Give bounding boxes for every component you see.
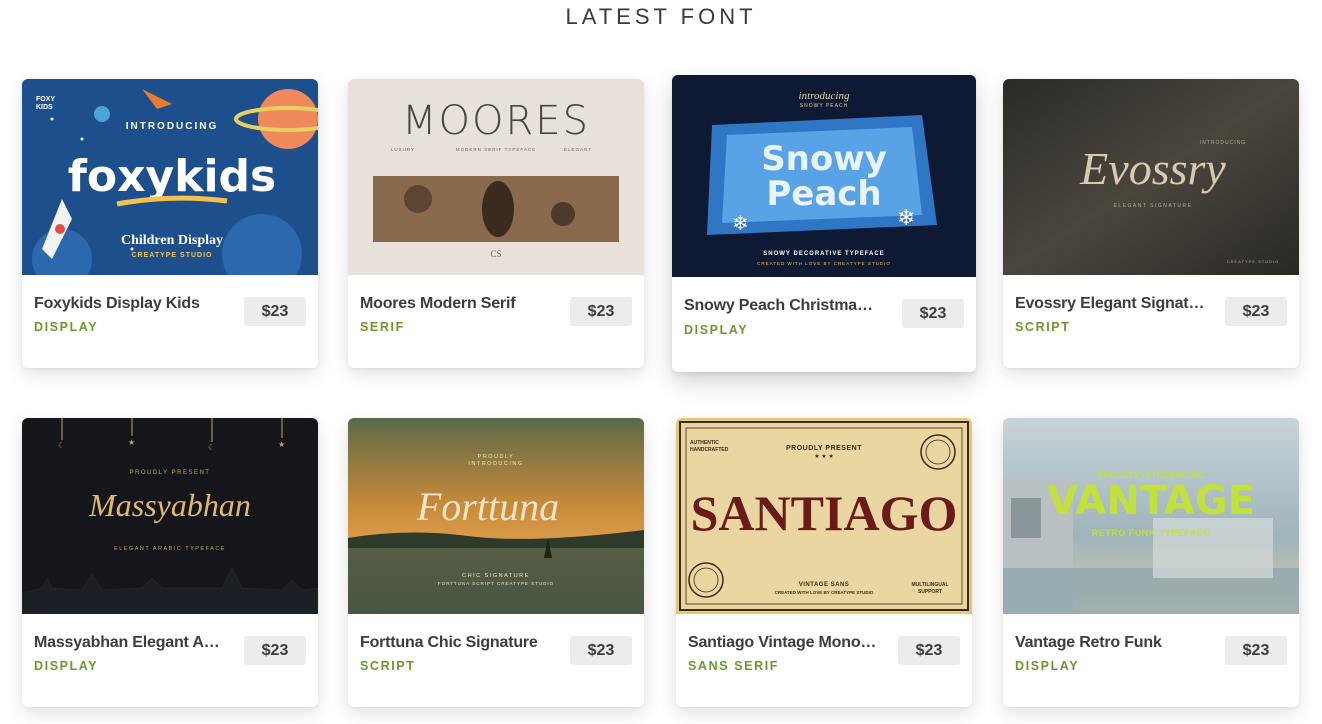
svg-text:SNOWY DECORATIVE TYPEFACE: SNOWY DECORATIVE TYPEFACE [763, 251, 884, 257]
svg-text:CREATED WITH LOVE BY CREATYPE: CREATED WITH LOVE BY CREATYPE STUDIO [775, 590, 874, 595]
thumb-title: VANTAGE [1047, 478, 1255, 524]
font-card-moores[interactable]: MOORES LUXURY MODERN SERIF TYPEFACE ELEG… [348, 79, 644, 368]
svg-text:RETRO FUNK TYPEFACE: RETRO FUNK TYPEFACE [1092, 528, 1211, 538]
card-name[interactable]: Moores Modern Serif [360, 295, 550, 313]
snowflake-icon: ❄ [897, 205, 915, 230]
card-name[interactable]: Forttuna Chic Signature [360, 634, 550, 652]
svg-text:INTRODUCING: INTRODUCING [1200, 140, 1246, 146]
card-name[interactable]: Foxykids Display Kids [34, 295, 224, 313]
card-category[interactable]: SCRIPT [1015, 320, 1070, 334]
card-name[interactable]: Massyabhan Elegant Ara... [34, 634, 224, 652]
svg-text:☾: ☾ [58, 441, 65, 450]
font-preview-image[interactable]: ☾ ★ ☾ ★ PROUDLY PRESENT Massyabhan ELEGA… [22, 418, 318, 614]
svg-text:PROUDLY: PROUDLY [478, 454, 515, 460]
svg-text:CREATYPE STUDIO: CREATYPE STUDIO [1227, 259, 1280, 264]
card-category[interactable]: SCRIPT [360, 659, 415, 673]
svg-text:PROUDLY PRESENT: PROUDLY PRESENT [130, 470, 211, 476]
card-name[interactable]: Evossry Elegant Signature [1015, 295, 1205, 313]
font-preview-image[interactable]: FOXY KIDS INTRODUCING foxykids Children … [22, 79, 318, 275]
thumb-title: Snowy [761, 139, 887, 179]
price-badge[interactable]: $23 [244, 636, 306, 665]
svg-text:MODERN SERIF TYPEFACE: MODERN SERIF TYPEFACE [456, 147, 536, 152]
thumb-title: foxykids [68, 151, 276, 202]
font-preview-image[interactable]: PROUDLY INTRODUCING VANTAGE RETRO FUNK T… [1003, 418, 1299, 614]
font-preview-image[interactable]: MOORES LUXURY MODERN SERIF TYPEFACE ELEG… [348, 79, 644, 275]
card-category[interactable]: DISPLAY [684, 323, 748, 337]
svg-text:☾: ☾ [208, 443, 215, 452]
thumb-title: MOORES [402, 98, 590, 144]
thumb-title: Evossry [1079, 143, 1226, 194]
svg-text:SUPPORT: SUPPORT [918, 589, 942, 595]
svg-text:★: ★ [278, 440, 285, 449]
svg-text:VINTAGE SANS: VINTAGE SANS [799, 582, 850, 588]
card-name[interactable]: Vantage Retro Funk [1015, 634, 1205, 652]
card-category[interactable]: SANS SERIF [688, 659, 779, 673]
snowflake-icon: ❄ [732, 213, 749, 235]
svg-text:★ ★ ★: ★ ★ ★ [814, 453, 833, 460]
font-preview-image[interactable]: introducing SNOWY PEACH Snowy Peach ❄ ❄ … [672, 75, 976, 277]
price-badge[interactable]: $23 [570, 636, 632, 665]
svg-text:INTRODUCING: INTRODUCING [468, 461, 523, 467]
svg-text:CREATED WITH LOVE BY CREATYPE: CREATED WITH LOVE BY CREATYPE STUDIO [757, 261, 891, 266]
card-name[interactable]: Snowy Peach Christmas ... [684, 297, 874, 315]
price-badge[interactable]: $23 [570, 297, 632, 326]
svg-text:ELEGANT SIGNATURE: ELEGANT SIGNATURE [1114, 203, 1193, 209]
price-badge[interactable]: $23 [244, 297, 306, 326]
price-badge[interactable]: $23 [898, 636, 960, 665]
thumb-title: SANTIAGO [691, 485, 958, 541]
svg-text:KIDS: KIDS [36, 104, 53, 111]
font-card-foxykids[interactable]: FOXY KIDS INTRODUCING foxykids Children … [22, 79, 318, 368]
svg-text:ELEGANT ARABIC TYPEFACE: ELEGANT ARABIC TYPEFACE [114, 546, 226, 552]
price-badge[interactable]: $23 [902, 299, 964, 328]
font-preview-image[interactable]: PROUDLY INTRODUCING Forttuna CHIC SIGNAT… [348, 418, 644, 614]
card-name[interactable]: Santiago Vintage Monoline [688, 634, 878, 652]
card-category[interactable]: DISPLAY [34, 320, 98, 334]
price-badge[interactable]: $23 [1225, 636, 1287, 665]
svg-text:Peach: Peach [766, 174, 881, 214]
font-card-vantage[interactable]: PROUDLY INTRODUCING VANTAGE RETRO FUNK T… [1003, 418, 1299, 707]
font-preview-image[interactable]: Evossry INTRODUCING ELEGANT SIGNATURE CR… [1003, 79, 1299, 275]
svg-text:AUTHENTIC: AUTHENTIC [690, 440, 719, 446]
price-badge[interactable]: $23 [1225, 297, 1287, 326]
thumb-intro: introducing [799, 90, 850, 102]
thumb-subtitle: Children Display [121, 233, 223, 248]
thumb-monogram: CS [490, 249, 501, 259]
svg-text:LUXURY: LUXURY [391, 147, 415, 152]
font-preview-image[interactable]: AUTHENTIC HANDCRAFTED PROUDLY PRESENT ★ … [676, 418, 972, 614]
svg-text:CHIC SIGNATURE: CHIC SIGNATURE [462, 573, 530, 579]
card-category[interactable]: DISPLAY [34, 659, 98, 673]
card-category[interactable]: SERIF [360, 320, 405, 334]
font-card-forttuna[interactable]: PROUDLY INTRODUCING Forttuna CHIC SIGNAT… [348, 418, 644, 707]
svg-text:MULTILINGUAL: MULTILINGUAL [911, 582, 948, 588]
svg-text:ELEGANT: ELEGANT [564, 147, 592, 152]
thumb-title: Forttuna [416, 484, 559, 529]
svg-text:FORTTUNA SCRIPT CREATYPE STUDI: FORTTUNA SCRIPT CREATYPE STUDIO [438, 581, 554, 586]
svg-text:PROUDLY PRESENT: PROUDLY PRESENT [786, 445, 862, 452]
svg-text:★: ★ [128, 438, 135, 447]
section-title: LATEST FONT [565, 4, 757, 29]
font-card-santiago[interactable]: AUTHENTIC HANDCRAFTED PROUDLY PRESENT ★ … [676, 418, 972, 707]
thumb-studio: CREATYPE STUDIO [132, 252, 213, 259]
thumb-title: Massyabhan [88, 487, 251, 523]
svg-text:SNOWY PEACH: SNOWY PEACH [800, 103, 848, 109]
thumb-brand: FOXY [36, 96, 55, 103]
font-card-massyabhan[interactable]: ☾ ★ ☾ ★ PROUDLY PRESENT Massyabhan ELEGA… [22, 418, 318, 707]
thumb-intro: INTRODUCING [126, 121, 219, 132]
card-category[interactable]: DISPLAY [1015, 659, 1079, 673]
font-card-snowy-peach[interactable]: introducing SNOWY PEACH Snowy Peach ❄ ❄ … [672, 75, 976, 372]
svg-text:HANDCRAFTED: HANDCRAFTED [690, 447, 729, 453]
font-card-evossry[interactable]: Evossry INTRODUCING ELEGANT SIGNATURE CR… [1003, 79, 1299, 368]
